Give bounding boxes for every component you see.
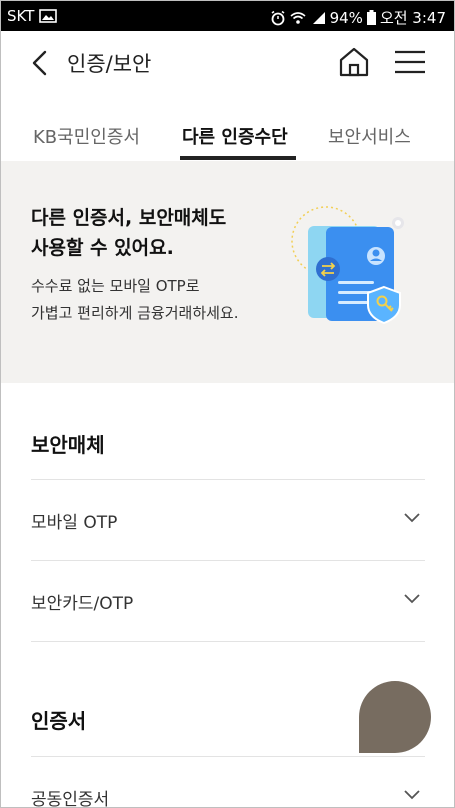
list-item-label: 공동인증서 (31, 790, 110, 808)
tab-security-service[interactable]: 보안서비스 (328, 123, 411, 149)
banner-title: 다른 인증서, 보안매체도 사용할 수 있어요. (31, 203, 281, 263)
gallery-icon (39, 9, 58, 23)
list-item-mobile-otp[interactable]: 모바일 OTP (31, 479, 425, 560)
list-item-joint-certificate[interactable]: 공동인증서 (31, 756, 425, 808)
chevron-down-icon (404, 790, 420, 800)
active-tab-indicator (180, 156, 296, 160)
banner-title-line2: 사용할 수 있어요. (31, 237, 174, 259)
section-heading-certificate: 인증서 (31, 709, 87, 733)
section-heading-security-media: 보안매체 (31, 433, 105, 457)
chevron-down-icon (404, 594, 420, 604)
tab-kb-certificate[interactable]: KB국민인증서 (33, 123, 140, 149)
app-header: 인증/보안 (1, 31, 454, 95)
wifi-icon (290, 11, 306, 24)
list-item-security-card-otp[interactable]: 보안카드/OTP (31, 560, 425, 641)
banner-description: 수수료 없는 모바일 OTP로 가볍고 편리하게 금융거래하세요. (31, 273, 291, 327)
list-item-label: 보안카드/OTP (31, 594, 134, 614)
battery-icon (366, 10, 376, 25)
alarm-icon (271, 10, 285, 25)
banner-desc-line2: 가볍고 편리하게 금융거래하세요. (31, 304, 239, 322)
battery-percent: 94% (329, 8, 363, 27)
back-arrow-icon[interactable] (29, 49, 51, 77)
banner-title-line1: 다른 인증서, 보안매체도 (31, 207, 227, 229)
promo-banner: 다른 인증서, 보안매체도 사용할 수 있어요. 수수료 없는 모바일 OTP로… (1, 161, 454, 383)
app-frame: SKT 94% 오전 3:47 인증/보안 KB국민인증서 다른 인증수단 보안… (0, 0, 455, 808)
certificate-illustration (291, 206, 404, 325)
clock: 오전 3:47 (379, 9, 446, 27)
carrier-label: SKT (7, 7, 35, 25)
signal-icon (312, 11, 325, 24)
tab-bar: KB국민인증서 다른 인증수단 보안서비스 (1, 95, 454, 162)
list-item-label: 모바일 OTP (31, 513, 118, 533)
hamburger-menu-icon[interactable] (393, 49, 427, 75)
tab-other-auth[interactable]: 다른 인증수단 (182, 123, 288, 149)
page-title: 인증/보안 (67, 52, 152, 76)
banner-desc-line1: 수수료 없는 모바일 OTP로 (31, 277, 200, 295)
floating-chat-button[interactable] (359, 681, 431, 753)
divider (31, 641, 425, 643)
chevron-down-icon (404, 513, 420, 523)
home-icon[interactable] (337, 45, 371, 79)
status-bar: SKT 94% 오전 3:47 (1, 1, 454, 31)
